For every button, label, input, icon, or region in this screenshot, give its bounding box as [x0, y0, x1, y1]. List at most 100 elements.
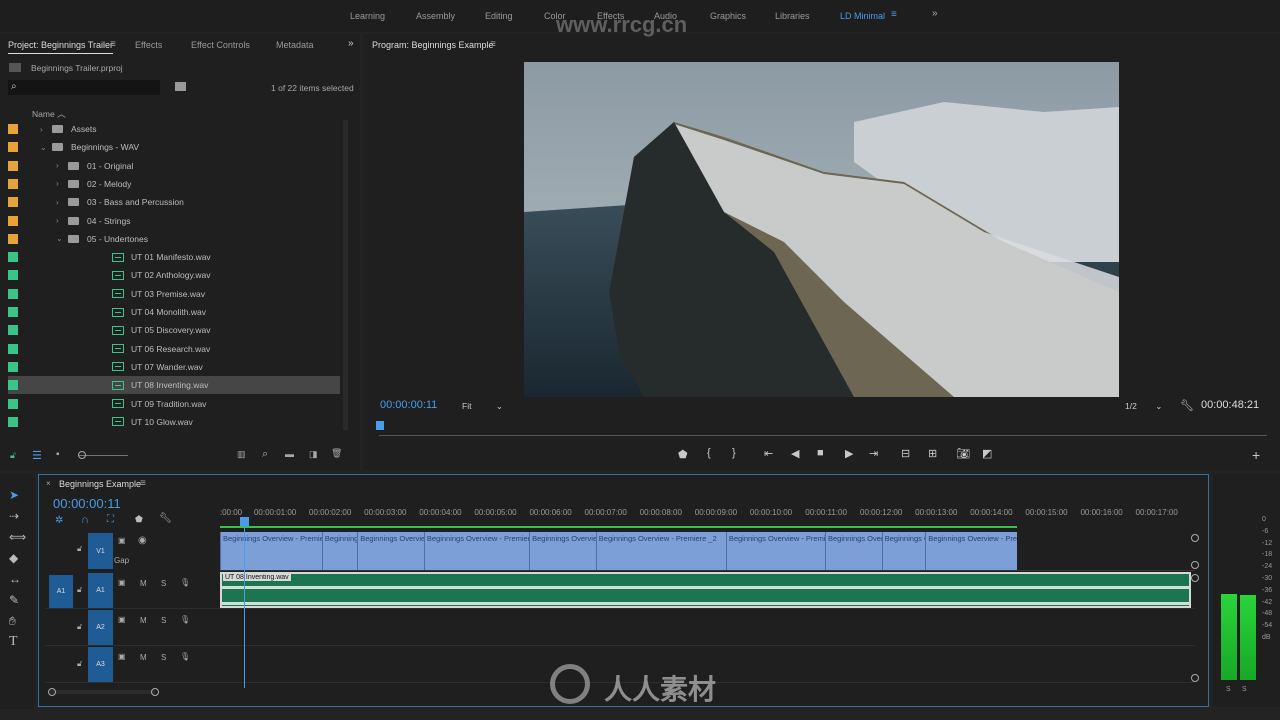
ripple-edit-tool-icon[interactable]: ⟺: [9, 530, 26, 544]
lift-icon[interactable]: ⊟: [901, 447, 910, 460]
item-label[interactable]: 02 - Melody: [87, 179, 131, 189]
pen-tool-icon[interactable]: ✎: [9, 593, 19, 607]
folder-item[interactable]: › 03 - Bass and Percussion: [8, 193, 340, 211]
nest-toggle-icon[interactable]: ✲: [55, 515, 63, 526]
mark-out-icon[interactable]: }: [732, 447, 736, 459]
project-scrollbar[interactable]: [343, 120, 348, 430]
label-color-swatch[interactable]: [8, 361, 18, 372]
track-v1-target[interactable]: V1: [88, 533, 113, 569]
scroll-handle-left[interactable]: [48, 688, 56, 696]
hand-tool-icon[interactable]: ✋︎: [9, 614, 16, 629]
monitor-playhead[interactable]: [376, 421, 384, 430]
add-marker-icon[interactable]: ⬟: [678, 448, 688, 461]
audio-track-scroll-top[interactable]: [1191, 574, 1199, 582]
toggle-sync-icon[interactable]: ▣: [118, 615, 126, 624]
audio-file-item[interactable]: UT 06 Research.wav: [8, 340, 340, 358]
lock-icon[interactable]: 🔓︎: [10, 450, 16, 461]
selection-tool-icon[interactable]: ➤: [9, 488, 19, 502]
chevron-right-icon[interactable]: ›: [56, 179, 68, 188]
playhead-line[interactable]: [244, 520, 245, 688]
audio-file-item[interactable]: UT 07 Wander.wav: [8, 358, 340, 376]
type-tool-icon[interactable]: T: [9, 634, 18, 650]
new-bin-icon[interactable]: ▬: [285, 449, 294, 459]
label-color-swatch[interactable]: [8, 416, 18, 427]
video-clip[interactable]: Beginnings Overview - Premiere: [423, 532, 530, 570]
step-back-icon[interactable]: ◀: [791, 447, 799, 460]
audio-file-item[interactable]: UT 01 Manifesto.wav: [8, 248, 340, 266]
more-workspaces-icon[interactable]: »: [932, 8, 938, 19]
item-label[interactable]: 01 - Original: [87, 161, 133, 171]
label-color-swatch[interactable]: [8, 325, 18, 336]
close-sequence-icon[interactable]: ×: [46, 479, 51, 488]
item-label[interactable]: UT 08 Inventing.wav: [131, 380, 208, 390]
new-search-bin-icon[interactable]: [175, 82, 186, 91]
playhead-timecode[interactable]: 00:00:00:11: [380, 399, 437, 411]
button-editor-plus-icon[interactable]: +: [1252, 447, 1260, 463]
item-label[interactable]: UT 05 Discovery.wav: [131, 325, 211, 335]
workspace-tab-editing[interactable]: Editing: [485, 11, 513, 21]
voice-over-record-icon[interactable]: 🎙︎: [180, 652, 190, 661]
item-label[interactable]: UT 07 Wander.wav: [131, 362, 203, 372]
audio-file-item[interactable]: UT 03 Premise.wav: [8, 285, 340, 303]
lock-track-icon[interactable]: 🔓︎: [77, 622, 82, 632]
track-a2-target[interactable]: A2: [88, 610, 113, 645]
timeline-timecode[interactable]: 00:00:00:11: [53, 496, 121, 511]
item-label[interactable]: 03 - Bass and Percussion: [87, 197, 184, 207]
toggle-sync-icon[interactable]: ▣: [118, 578, 126, 587]
meter-solo-button[interactable]: S: [1226, 686, 1231, 693]
voice-over-record-icon[interactable]: 🎙︎: [180, 615, 190, 624]
label-color-swatch[interactable]: [8, 233, 18, 244]
search-input[interactable]: [8, 80, 160, 95]
list-view-icon[interactable]: ☰: [32, 449, 42, 462]
toggle-sync-icon[interactable]: ▣: [118, 536, 126, 545]
solo-track-button[interactable]: S: [161, 579, 166, 588]
label-color-swatch[interactable]: [8, 178, 18, 189]
extract-icon[interactable]: ⊞: [928, 447, 937, 460]
play-icon[interactable]: ▶: [845, 447, 853, 460]
folder-item[interactable]: › 01 - Original: [8, 157, 340, 175]
tab-effects[interactable]: Effects: [135, 40, 162, 50]
source-patch-a1[interactable]: A1: [49, 575, 73, 608]
program-monitor-title[interactable]: Program: Beginnings Example: [372, 40, 494, 50]
video-track-scroll-bottom[interactable]: [1191, 561, 1199, 569]
chevron-down-icon[interactable]: ⌄: [56, 234, 68, 243]
audio-file-item[interactable]: UT 02 Anthology.wav: [8, 266, 340, 284]
zoom-slider-handle[interactable]: [78, 451, 86, 459]
item-label[interactable]: UT 09 Tradition.wav: [131, 399, 206, 409]
meter-solo-button[interactable]: S: [1242, 686, 1247, 693]
item-label[interactable]: UT 06 Research.wav: [131, 344, 210, 354]
audio-file-item[interactable]: UT 05 Discovery.wav: [8, 321, 340, 339]
item-label[interactable]: UT 10 Glow.wav: [131, 417, 193, 427]
folder-item[interactable]: ⌄ Beginnings - WAV: [8, 138, 340, 156]
scroll-handle-right[interactable]: [151, 688, 159, 696]
workspace-tab-assembly[interactable]: Assembly: [416, 11, 455, 21]
voice-over-record-icon[interactable]: 🎙︎: [180, 578, 190, 587]
settings-wrench-icon[interactable]: 🔧︎: [1180, 399, 1194, 412]
audio-file-item[interactable]: UT 04 Monolith.wav: [8, 303, 340, 321]
item-label[interactable]: UT 04 Monolith.wav: [131, 307, 206, 317]
mute-track-button[interactable]: M: [140, 653, 147, 662]
resolution-dropdown[interactable]: 1/2 ⌄: [1125, 401, 1162, 412]
mark-in-icon[interactable]: {: [707, 447, 711, 459]
workspace-menu-icon[interactable]: ≡: [891, 9, 897, 20]
video-clip[interactable]: Beginnings Overview - Premiere: [357, 532, 424, 570]
comparison-view-icon[interactable]: ◩: [982, 447, 992, 460]
folder-item[interactable]: › 02 - Melody: [8, 175, 340, 193]
video-clip[interactable]: Beginnings Overview - Premiere _2: [595, 532, 726, 570]
workspace-tab-ld-minimal[interactable]: LD Minimal: [840, 11, 885, 21]
video-clip[interactable]: Beginnings Overview - Premiere: [925, 532, 1018, 570]
folder-item[interactable]: ⌄ 05 - Undertones: [8, 230, 340, 248]
more-panels-icon[interactable]: »: [348, 38, 354, 49]
monitor-menu-icon[interactable]: ≡: [490, 39, 496, 50]
chevron-right-icon[interactable]: ›: [56, 198, 68, 207]
label-color-swatch[interactable]: [8, 343, 18, 354]
label-color-swatch[interactable]: [8, 215, 18, 226]
label-color-swatch[interactable]: [8, 288, 18, 299]
audio-file-item[interactable]: UT 08 Inventing.wav: [8, 376, 340, 395]
trash-icon[interactable]: 🗑︎: [331, 448, 342, 459]
automate-sequence-icon[interactable]: ▥: [237, 449, 246, 460]
find-icon[interactable]: ⌕: [262, 448, 268, 461]
snap-magnet-icon[interactable]: ∩: [81, 514, 89, 526]
lock-track-icon[interactable]: 🔓︎: [77, 585, 82, 595]
video-clip[interactable]: Beginnings Overview - Premiere: [725, 532, 825, 570]
